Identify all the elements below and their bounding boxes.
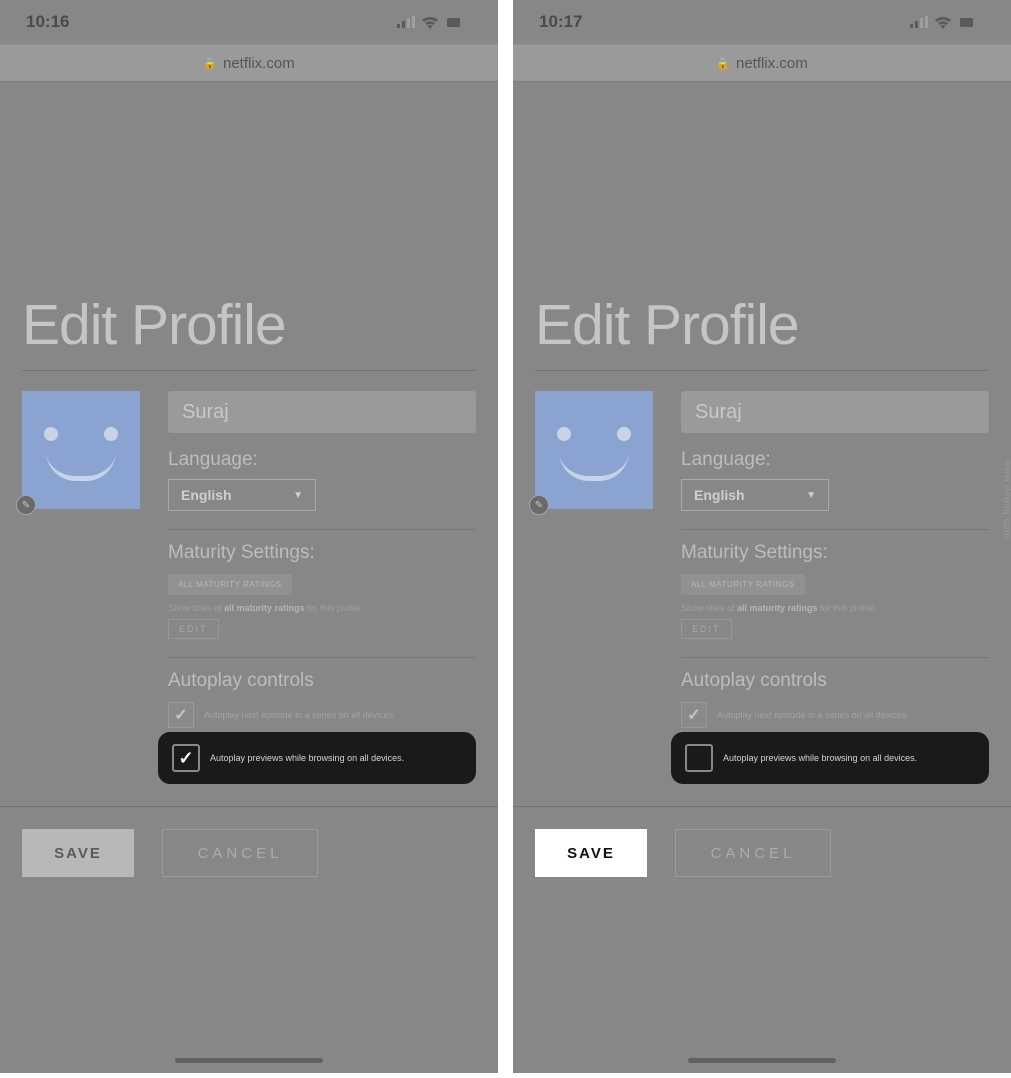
cancel-button[interactable]: CANCEL [162,829,318,877]
pencil-icon[interactable]: ✎ [16,495,36,515]
maturity-rating-badge: ALL MATURITY RATINGS [168,574,292,595]
lock-icon: 🔒 [716,57,730,70]
phone-screenshot-left: 10:16 🔒 netflix.com Edit Profile ✎ [0,0,498,1073]
browser-address-bar[interactable]: 🔒 netflix.com [513,44,1011,82]
maturity-settings-label: Maturity Settings: [681,542,989,564]
avatar-image [535,391,653,509]
avatar-image [22,391,140,509]
divider [513,806,1011,807]
language-value: English [694,487,745,503]
home-indicator[interactable] [175,1058,323,1063]
phone-screenshot-right: 10:17 🔒 netflix.com Edit Profile ✎ [513,0,1011,1073]
divider [168,657,476,658]
autoplay-previews-checkbox[interactable] [685,744,713,772]
save-button[interactable]: SAVE [22,829,134,877]
profile-name-input[interactable] [168,391,476,433]
edit-maturity-button[interactable]: EDIT [681,619,732,639]
divider [168,529,476,530]
divider [22,370,476,371]
wifi-icon [934,16,952,29]
battery-icon [445,16,472,29]
watermark: www.deuaq.com [1002,459,1011,539]
highlighted-option: Autoplay previews while browsing on all … [158,732,476,784]
divider [681,657,989,658]
status-bar: 10:17 [513,0,1011,44]
status-bar: 10:16 [0,0,498,44]
autoplay-previews-label: Autoplay previews while browsing on all … [723,753,917,763]
signal-icon [910,16,928,28]
profile-avatar[interactable]: ✎ [535,391,653,509]
page-title: Edit Profile [22,292,476,358]
divider [681,529,989,530]
profile-avatar[interactable]: ✎ [22,391,140,509]
wifi-icon [421,16,439,29]
status-time: 10:16 [26,12,69,32]
autoplay-previews-label: Autoplay previews while browsing on all … [210,753,404,763]
chevron-down-icon: ▼ [293,490,303,501]
page-title: Edit Profile [535,292,989,358]
browser-domain: netflix.com [736,55,808,72]
language-select[interactable]: English ▼ [681,479,829,511]
divider [535,370,989,371]
autoplay-previews-checkbox[interactable] [172,744,200,772]
maturity-description: Show titles of all maturity ratings for … [168,603,476,613]
autoplay-next-episode-label: Autoplay next episode in a series on all… [717,710,909,720]
autoplay-next-episode-label: Autoplay next episode in a series on all… [204,710,396,720]
battery-icon [958,16,985,29]
status-icons [910,16,985,29]
maturity-rating-badge: ALL MATURITY RATINGS [681,574,805,595]
autoplay-controls-label: Autoplay controls [168,670,476,692]
language-value: English [181,487,232,503]
status-time: 10:17 [539,12,582,32]
maturity-settings-label: Maturity Settings: [168,542,476,564]
language-label: Language: [168,449,476,471]
autoplay-controls-label: Autoplay controls [681,670,989,692]
home-indicator[interactable] [688,1058,836,1063]
autoplay-next-episode-checkbox[interactable] [681,702,707,728]
lock-icon: 🔒 [203,57,217,70]
divider [0,806,498,807]
language-select[interactable]: English ▼ [168,479,316,511]
edit-maturity-button[interactable]: EDIT [168,619,219,639]
chevron-down-icon: ▼ [806,490,816,501]
save-button[interactable]: SAVE [535,829,647,877]
browser-address-bar[interactable]: 🔒 netflix.com [0,44,498,82]
status-icons [397,16,472,29]
profile-name-input[interactable] [681,391,989,433]
pencil-icon[interactable]: ✎ [529,495,549,515]
highlighted-option: Autoplay previews while browsing on all … [671,732,989,784]
browser-domain: netflix.com [223,55,295,72]
signal-icon [397,16,415,28]
maturity-description: Show titles of all maturity ratings for … [681,603,989,613]
autoplay-next-episode-checkbox[interactable] [168,702,194,728]
language-label: Language: [681,449,989,471]
cancel-button[interactable]: CANCEL [675,829,831,877]
